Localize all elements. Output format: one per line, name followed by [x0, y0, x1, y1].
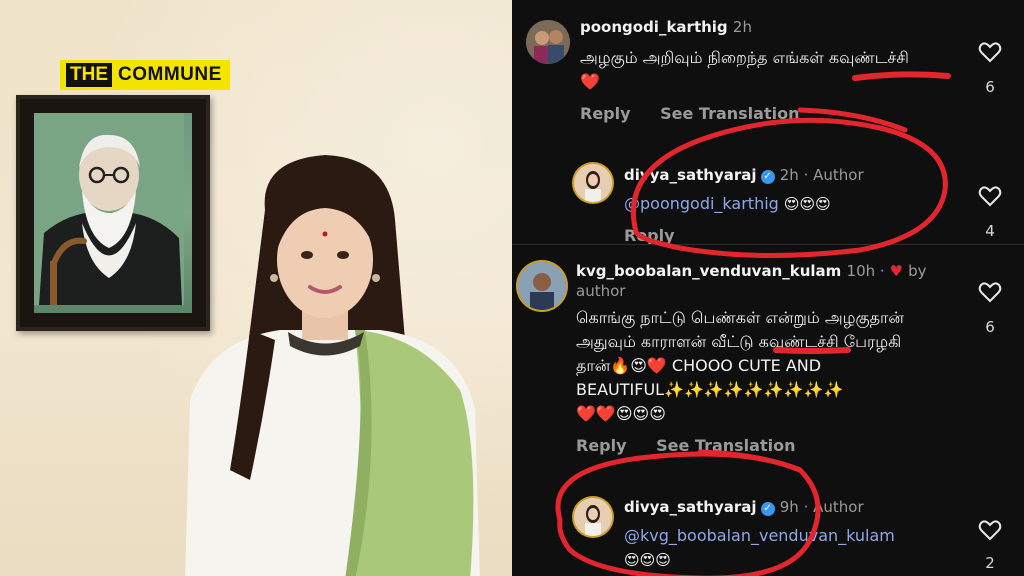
see-translation-button[interactable]: See Translation — [660, 104, 799, 123]
portrait-painting — [34, 113, 192, 313]
like-count: 2 — [985, 554, 995, 572]
username-row: kvg_boobalan_venduvan_kulam 10h · ♥ by — [576, 262, 927, 280]
timestamp: 10h — [846, 262, 876, 280]
username[interactable]: kvg_boobalan_venduvan_kulam — [576, 262, 841, 280]
publisher-logo: THE COMMUNE — [60, 60, 230, 90]
comment-text-line: BEAUTIFUL✨✨✨✨✨✨✨✨✨ — [576, 380, 844, 399]
verified-badge-icon: ✓ — [760, 170, 775, 184]
comment-text-tamil: தான் — [576, 356, 611, 375]
avatar-image — [518, 262, 566, 310]
like-heart-icon[interactable] — [978, 518, 1002, 542]
username-row: divya_sathyaraj ✓ 2h · Author — [624, 166, 864, 184]
timestamp: 2h — [732, 18, 752, 36]
see-translation-button[interactable]: See Translation — [656, 436, 795, 455]
like-heart-icon[interactable] — [978, 40, 1002, 64]
username[interactable]: divya_sathyaraj — [624, 498, 757, 516]
avatar-kvg[interactable] — [518, 262, 566, 310]
comment-text-english: 🔥😍❤️ CHOOO CUTE AND — [610, 356, 822, 375]
avatar-image — [526, 20, 570, 64]
verified-badge-icon: ✓ — [760, 502, 775, 516]
woman-figure — [185, 155, 480, 576]
creator-liked-heart-icon: ♥ — [889, 262, 903, 280]
avatar-poongodi[interactable] — [526, 20, 570, 64]
avatar-image — [574, 498, 612, 536]
avatar-divya[interactable] — [574, 498, 612, 536]
comment-text-line: தான்🔥😍❤️ CHOOO CUTE AND — [576, 354, 904, 378]
instagram-comments-panel[interactable]: poongodi_karthig 2h அழகும் அறிவும் நிறைந… — [512, 0, 1024, 576]
comment-heart-emoji: ❤️ — [580, 72, 600, 91]
comment-actions: Reply See Translation — [576, 436, 819, 455]
comment-text: கொங்கு நாட்டு பெண்கள் என்றும் அழகுதான் அ… — [576, 306, 904, 426]
comment-actions: Reply See Translation — [580, 104, 823, 123]
emoji-text: 😍😍😍 — [783, 195, 831, 213]
avatar-image — [574, 164, 612, 202]
reply-actions: Reply — [624, 226, 699, 245]
news-photo: THE COMMUNE — [0, 0, 512, 576]
comment-text-line: கொங்கு நாட்டு பெண்கள் என்றும் அழகுதான் — [576, 308, 904, 327]
logo-the: THE — [66, 63, 112, 87]
reply-button[interactable]: Reply — [624, 226, 675, 245]
logo-commune: COMMUNE — [118, 64, 222, 85]
like-heart-icon[interactable] — [978, 184, 1002, 208]
username[interactable]: divya_sathyaraj — [624, 166, 757, 184]
username-row: divya_sathyaraj ✓ 9h · Author — [624, 498, 864, 516]
comment-text: அழகும் அறிவும் நிறைந்த எங்கள் கவுண்டச்சி… — [580, 46, 909, 94]
timestamp-author: 9h · Author — [779, 498, 864, 516]
username-row: poongodi_karthig 2h — [580, 18, 752, 36]
mention-link[interactable]: @poongodi_karthig — [624, 194, 779, 213]
reply-text: @kvg_boobalan_venduvan_kulam 😍😍😍 — [624, 524, 895, 572]
username[interactable]: poongodi_karthig — [580, 18, 728, 36]
like-count: 6 — [985, 318, 995, 336]
reply-text: @poongodi_karthig 😍😍😍 — [624, 192, 831, 216]
reply-button[interactable]: Reply — [576, 436, 627, 455]
mention-link[interactable]: @kvg_boobalan_venduvan_kulam — [624, 524, 895, 548]
comment-emoji-line: ❤️❤️😍😍😍 — [576, 404, 666, 423]
portrait-elder-figure — [34, 113, 184, 305]
like-heart-icon[interactable] — [978, 280, 1002, 304]
avatar-divya[interactable] — [574, 164, 612, 202]
reply-button[interactable]: Reply — [580, 104, 631, 123]
like-count: 6 — [985, 78, 995, 96]
emoji-text: 😍😍😍 — [624, 551, 671, 569]
comment-text-line: அதுவும் காராளன் வீட்டு கவுண்டச்சி பேரழகி — [576, 332, 902, 351]
by-label: by — [908, 262, 927, 280]
like-count: 4 — [985, 222, 995, 240]
comment-text-line: அழகும் அறிவும் நிறைந்த எங்கள் கவுண்டச்சி — [580, 48, 909, 67]
author-label: author — [576, 282, 626, 300]
comment-divider — [512, 244, 1024, 245]
timestamp-author: 2h · Author — [779, 166, 864, 184]
